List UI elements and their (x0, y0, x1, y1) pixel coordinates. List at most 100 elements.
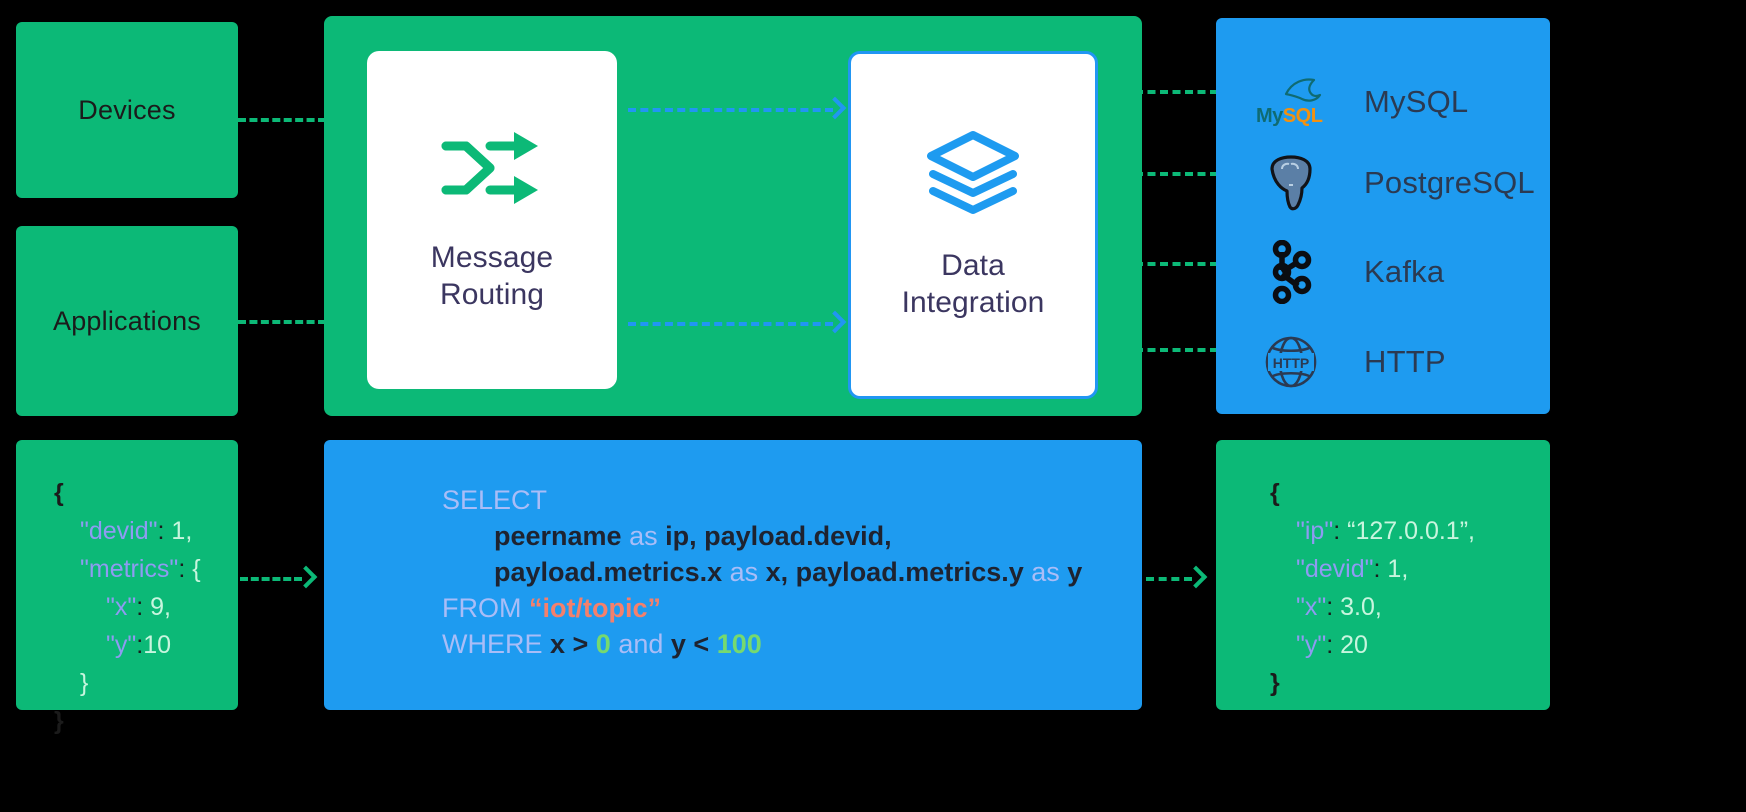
code-token: } (1270, 669, 1280, 697)
code-token: 20 (1340, 631, 1368, 659)
shuffle-icon (440, 127, 544, 214)
code-line: payload.metrics.x as x, payload.metrics.… (442, 554, 1142, 590)
destination-row-kafka[interactable]: Kafka (1252, 240, 1444, 304)
code-line: WHERE x > 0 and y < 100 (442, 626, 1142, 662)
output-payload-code: {"ip": “127.0.0.1”, "devid": 1, "x": 3.0, "… (1216, 474, 1550, 702)
destination-label-postgresql: PostgreSQL (1364, 165, 1535, 200)
input-payload-code: {"devid": 1, "metrics": {"x": 9, "y":10}} (16, 474, 238, 740)
code-line: "devid": 1, (1270, 550, 1550, 588)
destination-row-mysql[interactable]: MySQL MySQL (1252, 70, 1468, 134)
code-token: "y" (1296, 631, 1327, 659)
connector-devices-to-pipeline (238, 118, 326, 122)
source-box-applications[interactable]: Applications (16, 226, 238, 416)
code-token: as (629, 521, 658, 551)
code-line: "y":10 (54, 626, 238, 664)
code-line: SELECT (442, 482, 1142, 518)
destination-row-postgresql[interactable]: PostgreSQL (1252, 151, 1535, 215)
code-token: : (1333, 517, 1348, 545)
connector-pipeline-to-postgresql (1110, 172, 1218, 176)
code-line: peername as ip, payload.devid, (442, 518, 1142, 554)
card-message-routing[interactable]: Message Routing (367, 51, 617, 389)
destination-label-mysql: MySQL (1364, 84, 1469, 119)
card-data-integration[interactable]: Data Integration (848, 51, 1098, 399)
arrow-sql-to-output (1184, 565, 1208, 589)
code-token: FROM (442, 593, 529, 623)
code-token: : (1326, 593, 1341, 621)
code-token: 0 (595, 629, 611, 659)
code-token: y < (670, 629, 717, 659)
code-token: x, payload.metrics.y (758, 557, 1032, 587)
code-line: } (1270, 664, 1550, 702)
card-data-integration-label: Data Integration (901, 248, 1045, 319)
svg-text:MySQL: MySQL (1256, 105, 1323, 127)
code-token: "ip" (1296, 517, 1334, 545)
code-token: as (1031, 557, 1060, 587)
code-token: } (54, 707, 64, 735)
code-line: "devid": 1, (54, 512, 238, 550)
destination-label-http: HTTP (1364, 344, 1446, 379)
code-token: "devid" (80, 517, 158, 545)
code-token: 1, (1387, 555, 1409, 583)
code-token: : (178, 555, 193, 583)
output-payload-box: {"ip": “127.0.0.1”, "devid": 1, "x": 3.0, "… (1216, 440, 1550, 710)
code-line: "y": 20 (1270, 626, 1550, 664)
code-token: ip, payload.devid, (657, 521, 892, 551)
http-icon: HTTP (1252, 330, 1330, 394)
code-token: x > (550, 629, 596, 659)
connector-routing-to-integration-bottom (628, 322, 833, 326)
input-payload-box: {"devid": 1, "metrics": {"x": 9, "y":10}} (16, 440, 238, 735)
connector-routing-to-integration-top (628, 108, 833, 112)
code-token: and (610, 629, 671, 659)
code-token: "metrics" (80, 555, 179, 583)
code-token: 100 (716, 629, 762, 659)
code-line: FROM “iot/topic” (442, 590, 1142, 626)
code-token: : (1326, 631, 1341, 659)
code-token: { (192, 555, 201, 583)
destination-label-kafka: Kafka (1364, 254, 1445, 289)
arrow-input-to-sql (294, 565, 318, 589)
layers-icon (923, 129, 1023, 222)
diagram-canvas: Devices Applications Message Routing Dat… (0, 0, 1746, 812)
code-token: “iot/topic” (529, 593, 661, 623)
sql-rule-code: SELECT peername as ip, payload.devid, payl… (324, 440, 1142, 662)
code-token: "devid" (1296, 555, 1374, 583)
code-line: } (54, 702, 238, 740)
code-token: "x" (1296, 593, 1327, 621)
source-box-devices-label: Devices (78, 94, 176, 125)
code-token: SELECT (442, 485, 548, 515)
code-line: "metrics": { (54, 550, 238, 588)
code-token: : (136, 593, 151, 621)
code-token: "y" (106, 631, 137, 659)
code-token: WHERE (442, 629, 550, 659)
code-token: { (1270, 479, 1280, 507)
destination-row-http[interactable]: HTTP HTTP (1252, 330, 1446, 394)
source-box-devices[interactable]: Devices (16, 22, 238, 198)
code-line: { (1270, 474, 1550, 512)
source-box-applications-label: Applications (53, 305, 201, 336)
connector-pipeline-to-mysql (1110, 90, 1218, 94)
code-token: y (1059, 557, 1083, 587)
code-line: { (54, 474, 238, 512)
code-token: } (80, 669, 89, 697)
code-token: peername (494, 521, 630, 551)
code-token: 3.0, (1340, 593, 1382, 621)
connector-pipeline-to-kafka (1110, 262, 1218, 266)
connector-pipeline-to-http (1110, 348, 1218, 352)
code-token: 10 (143, 631, 172, 659)
code-token: "x" (106, 593, 137, 621)
code-line: "x": 9, (54, 588, 238, 626)
code-token: 1, (171, 517, 193, 545)
code-token: as (729, 557, 759, 587)
code-line: } (54, 664, 238, 702)
code-token: “127.0.0.1”, (1347, 517, 1475, 545)
code-token: payload.metrics.x (494, 557, 730, 587)
mysql-icon: MySQL (1252, 70, 1330, 134)
code-line: "x": 3.0, (1270, 588, 1550, 626)
connector-input-to-sql (240, 577, 302, 581)
code-token: : (1373, 555, 1388, 583)
card-message-routing-label: Message Routing (430, 240, 554, 311)
code-token: 9, (150, 593, 172, 621)
code-line: "ip": “127.0.0.1”, (1270, 512, 1550, 550)
code-token: : (157, 517, 172, 545)
code-token: { (54, 479, 64, 507)
